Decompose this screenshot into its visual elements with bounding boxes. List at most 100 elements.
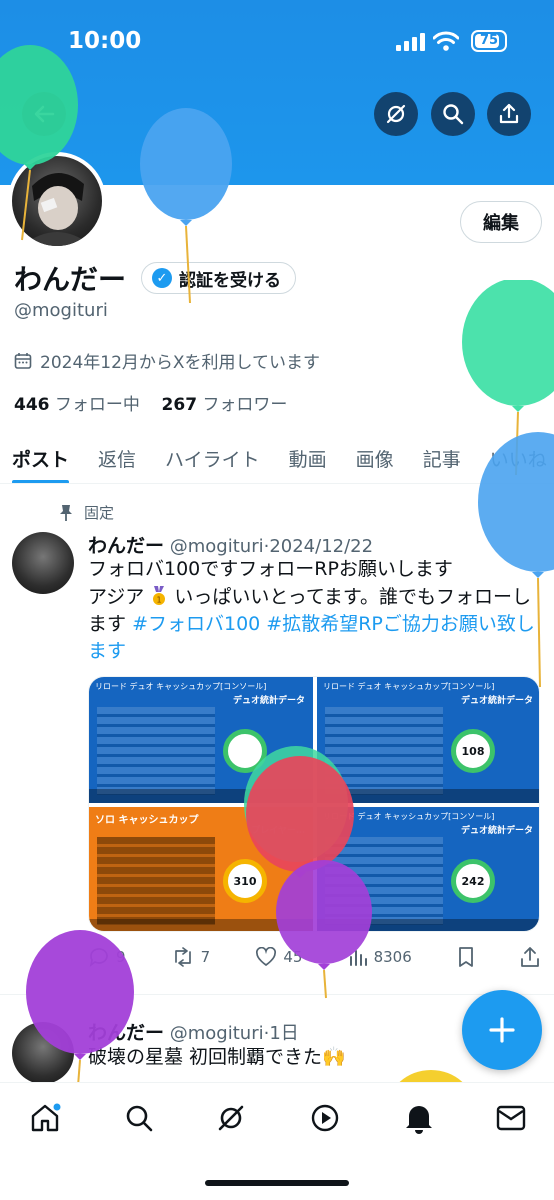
- get-verified-label: 認証を受ける: [179, 270, 281, 291]
- signal-icon: [396, 33, 425, 51]
- nav-home[interactable]: [28, 1101, 62, 1135]
- status-bar: 10:00 75: [0, 0, 554, 80]
- following-link[interactable]: 446 フォロー中: [14, 395, 140, 415]
- share-button[interactable]: [487, 92, 531, 136]
- status-time: 10:00: [68, 28, 142, 54]
- profile-tabs: ポスト 返信 ハイライト 動画 画像 記事 いいね: [0, 432, 554, 484]
- tweet-author-name: わんだー: [88, 1022, 165, 1044]
- pin-icon: [60, 504, 72, 521]
- media-title: デュオ統計データ: [460, 826, 533, 836]
- home-indicator: [205, 1180, 349, 1186]
- tab-replies[interactable]: 返信: [86, 432, 153, 483]
- verified-badge-icon: ✓: [152, 268, 172, 288]
- followers-link[interactable]: 267 フォロワー: [162, 395, 288, 415]
- tweet-author-handle: @mogituri: [169, 536, 264, 557]
- tweet-share-button[interactable]: [520, 946, 540, 968]
- follow-stats: 446 フォロー中 267 フォロワー: [14, 390, 287, 415]
- nav-search[interactable]: [122, 1101, 156, 1135]
- tab-photos[interactable]: 画像: [344, 432, 411, 483]
- media-score: 242: [451, 859, 495, 903]
- bell-icon: [406, 1106, 432, 1134]
- tweet-media-grid[interactable]: リロード デュオ キャッシュカップ[コンソール] デュオ統計データ リロード デ…: [88, 676, 540, 932]
- views-button[interactable]: 8306: [348, 947, 412, 967]
- profile-avatar[interactable]: [8, 152, 106, 250]
- home-icon: [31, 1103, 61, 1132]
- tweet-author-handle: @mogituri: [169, 1023, 264, 1044]
- profile-handle: @mogituri: [14, 300, 108, 321]
- tab-videos[interactable]: 動画: [277, 432, 344, 483]
- tweet-divider: [0, 994, 554, 995]
- media-title: デュオ統計データ: [460, 696, 533, 706]
- like-button[interactable]: 45: [255, 947, 302, 967]
- pinned-indicator: 固定: [58, 502, 114, 523]
- tab-highlights[interactable]: ハイライト: [153, 432, 277, 483]
- media-title: プレイヤー…: [251, 826, 305, 836]
- retweet-count: 7: [200, 948, 211, 966]
- media-title: デュオ統計データ: [232, 696, 305, 706]
- grok-icon: [218, 1105, 244, 1131]
- tweet-date: 1日: [269, 1023, 299, 1044]
- hashtag-link[interactable]: #フォロバ100: [132, 613, 260, 635]
- tweet-text: フォロバ100ですフォローRPお願いします アジア 1 いっぱいいとってます。誰…: [88, 556, 540, 665]
- pinned-label: 固定: [84, 504, 115, 522]
- reply-button[interactable]: 9: [88, 946, 126, 968]
- tab-articles[interactable]: 記事: [411, 432, 478, 483]
- reply-count: 9: [116, 948, 126, 966]
- heart-icon: [256, 947, 277, 967]
- edit-profile-button[interactable]: 編集: [460, 201, 542, 243]
- tweet-avatar[interactable]: [12, 532, 74, 594]
- joined-date: 2024年12月からXを利用しています: [14, 348, 320, 373]
- tweet-text-part-2: アジア: [88, 586, 145, 608]
- tweet-avatar[interactable]: [12, 1022, 74, 1084]
- views-chart-icon: [349, 950, 367, 966]
- tweet-text-line-1: フォロバ100ですフォローRPお願いします: [88, 558, 453, 580]
- avatar-image: [22, 172, 92, 246]
- media-image[interactable]: リロード デュオ キャッシュカップ[コンソール] デュオ統計データ 242: [317, 807, 539, 931]
- share-icon: [499, 103, 519, 124]
- search-icon: [443, 104, 464, 125]
- search-icon: [126, 1105, 153, 1132]
- media-image[interactable]: ソロ キャッシュカップ プレイヤー… 310: [89, 807, 313, 931]
- tweet-header: わんだー @mogituri·2024/12/22: [88, 531, 373, 558]
- medal-icon: 1: [150, 586, 168, 606]
- media-image[interactable]: リロード デュオ キャッシュカップ[コンソール] デュオ統計データ: [89, 677, 313, 803]
- media-score: [223, 729, 267, 773]
- joined-text: 2024年12月からXを利用しています: [40, 353, 321, 373]
- media-image[interactable]: リロード デュオ キャッシュカップ[コンソール] デュオ統計データ 108: [317, 677, 539, 803]
- bookmark-icon: [458, 947, 473, 967]
- plus-icon: [489, 1017, 515, 1043]
- tweet-author-name: わんだー: [88, 535, 165, 557]
- tweet-header: わんだー @mogituri·1日: [88, 1018, 299, 1045]
- mail-icon: [496, 1105, 526, 1131]
- media-score: 108: [451, 729, 495, 773]
- followers-label: フォロワー: [202, 395, 288, 415]
- get-verified-button[interactable]: ✓ 認証を受ける: [141, 262, 296, 294]
- nav-video[interactable]: [308, 1101, 342, 1135]
- retweet-icon: [174, 947, 191, 967]
- following-label: フォロー中: [54, 395, 140, 415]
- view-count: 8306: [373, 948, 412, 966]
- grok-button[interactable]: [374, 92, 418, 136]
- arrow-left-icon: [34, 105, 55, 123]
- bookmark-button[interactable]: [457, 946, 475, 968]
- svg-text:1: 1: [157, 596, 162, 605]
- like-count: 45: [283, 948, 303, 966]
- tab-likes[interactable]: いいね: [478, 432, 554, 483]
- battery-indicator: 75: [471, 30, 507, 52]
- compose-button[interactable]: [462, 990, 542, 1070]
- tab-posts[interactable]: ポスト: [0, 432, 86, 483]
- profile-name: わんだー: [14, 263, 127, 296]
- tweet-actions: 9 7 45 8306: [88, 944, 540, 970]
- tweet-text-line-1: 破壊の星墓 初回制覇できた🙌: [88, 1046, 346, 1068]
- back-button[interactable]: [22, 92, 66, 136]
- tweet-date: 2024/12/22: [269, 536, 374, 557]
- nav-grok[interactable]: [214, 1101, 248, 1135]
- retweet-button[interactable]: 7: [171, 946, 211, 968]
- nav-notifications[interactable]: [402, 1101, 436, 1135]
- nav-messages[interactable]: [494, 1101, 528, 1135]
- search-button[interactable]: [431, 92, 475, 136]
- wifi-icon: [433, 31, 459, 51]
- calendar-icon: [14, 352, 32, 369]
- followers-count: 267: [161, 395, 198, 415]
- media-score: 310: [223, 859, 267, 903]
